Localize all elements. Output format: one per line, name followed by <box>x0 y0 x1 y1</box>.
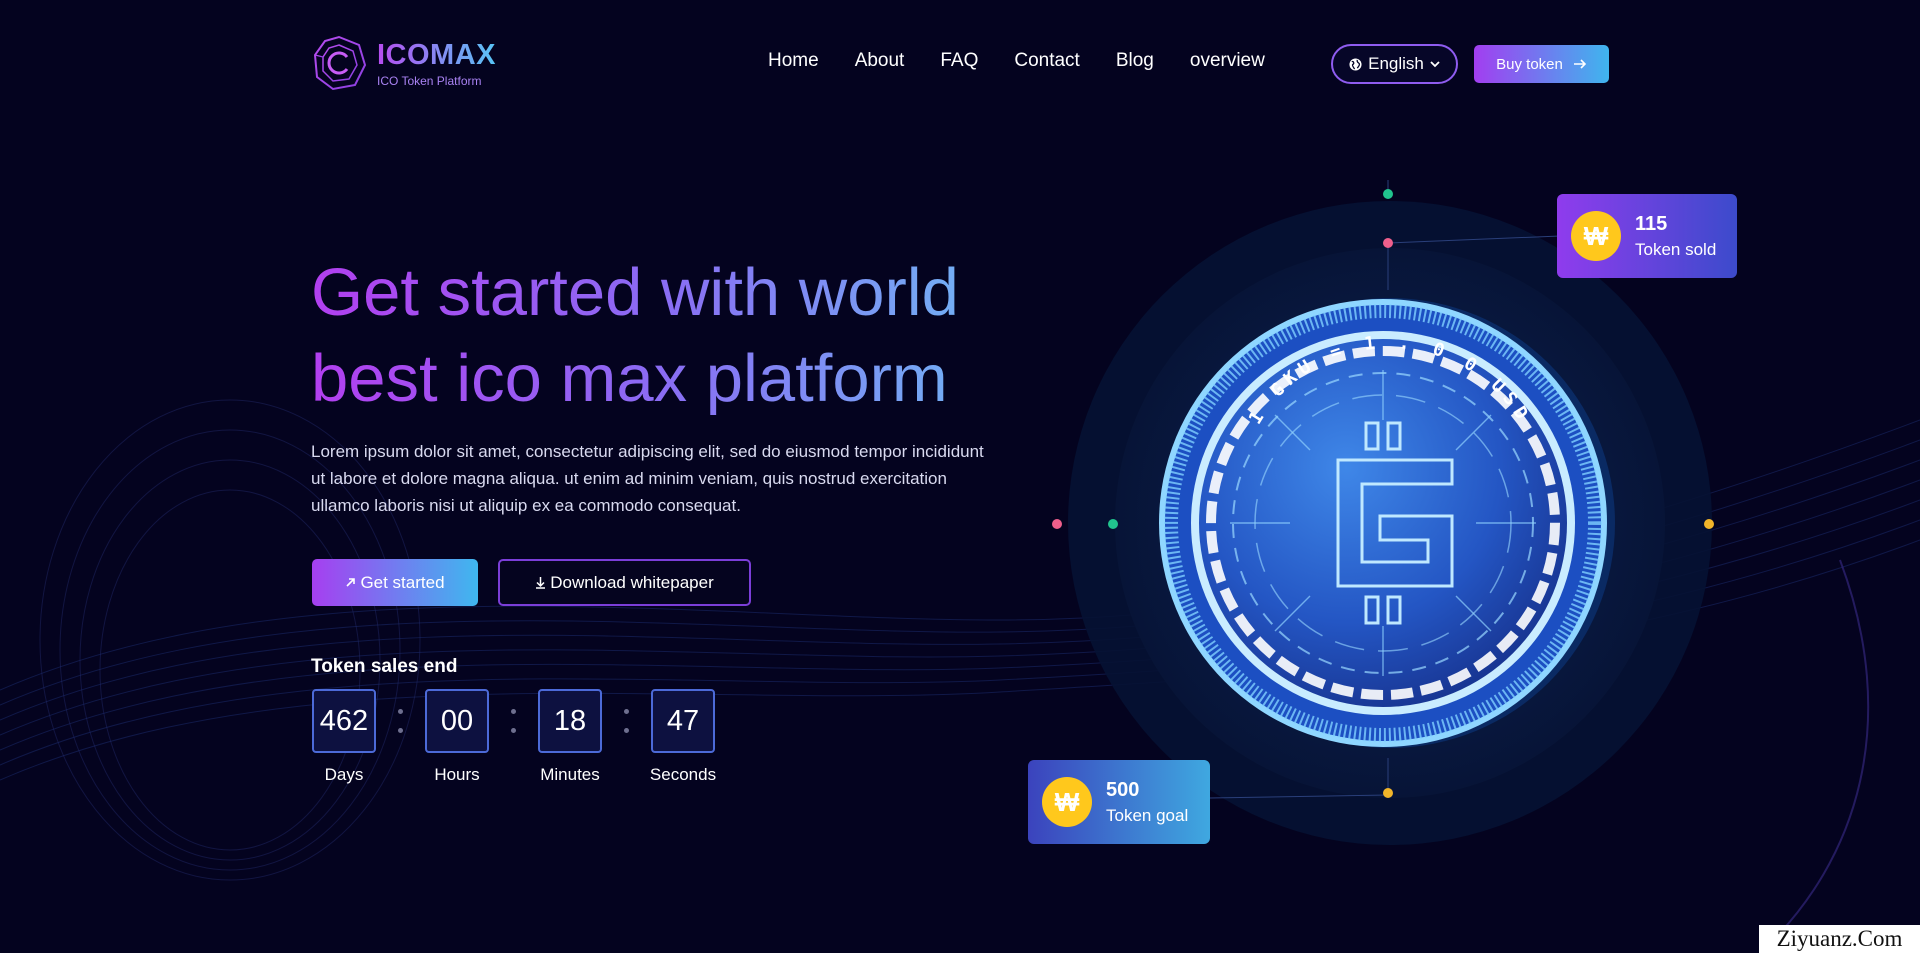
countdown-hours-value: 00 <box>425 689 489 753</box>
brand-tagline: ICO Token Platform <box>377 73 482 88</box>
globe-icon <box>1349 57 1362 71</box>
countdown-seconds-label: Seconds <box>649 765 717 784</box>
countdown-days-label: Days <box>324 765 364 784</box>
brand-logo[interactable]: ICOMAX ICO Token Platform <box>311 35 496 91</box>
countdown-seconds-value: 47 <box>651 689 715 753</box>
chevron-down-icon <box>1430 61 1440 68</box>
hero-title: Get started with world best ico max plat… <box>311 250 1011 422</box>
token-sold-label: Token sold <box>1635 239 1717 259</box>
nav-faq[interactable]: FAQ <box>940 50 978 72</box>
download-icon <box>536 577 546 589</box>
countdown-days: 462 Days <box>312 689 376 785</box>
main-nav: Home About FAQ Contact Blog overview <box>768 50 1265 72</box>
language-select[interactable]: English <box>1331 44 1458 84</box>
brand-name: ICOMAX <box>377 38 496 71</box>
language-selected: English <box>1368 54 1424 73</box>
countdown-hours: 00 Hours <box>425 689 489 785</box>
hero-title-line2: best ico max platform <box>311 341 948 416</box>
token-goal-value: 500 <box>1106 778 1140 801</box>
token-goal-card: ₩ 500 Token goal <box>1028 760 1210 844</box>
logo-icon <box>313 35 367 91</box>
token-sold-card: ₩ 115 Token sold <box>1557 194 1737 278</box>
nav-blog[interactable]: Blog <box>1116 50 1154 72</box>
coin-graphic: 1 GKU = 1 . 0 0 USD <box>1052 150 1714 845</box>
countdown-days-value: 462 <box>312 689 376 753</box>
token-sales-label: Token sales end <box>311 656 458 677</box>
nav-overview[interactable]: overview <box>1190 50 1265 72</box>
countdown-minutes: 18 Minutes <box>538 689 602 785</box>
countdown-separator <box>602 689 651 785</box>
countdown-seconds: 47 Seconds <box>649 689 717 785</box>
countdown-separator <box>376 689 425 785</box>
get-started-button[interactable]: Get started <box>312 559 478 606</box>
arrow-up-right-icon <box>346 578 356 587</box>
download-whitepaper-label: Download whitepaper <box>550 572 714 592</box>
countdown-minutes-value: 18 <box>538 689 602 753</box>
countdown-minutes-label: Minutes <box>540 765 600 784</box>
nav-contact[interactable]: Contact <box>1014 50 1079 72</box>
won-coin-icon: ₩ <box>1571 211 1621 261</box>
countdown-hours-label: Hours <box>434 765 480 784</box>
token-goal-label: Token goal <box>1106 805 1189 825</box>
won-coin-icon: ₩ <box>1042 777 1092 827</box>
hero-title-line1: Get started with world <box>311 255 959 330</box>
countdown-timer: 462 Days 00 Hours 18 Minutes 47 Seconds <box>312 689 717 785</box>
nav-about[interactable]: About <box>855 50 905 72</box>
watermark: Ziyuanz.Com <box>1759 925 1920 953</box>
token-sold-value: 115 <box>1635 212 1668 235</box>
get-started-label: Get started <box>360 572 445 592</box>
coin-illustration: 1 GKU = 1 . 0 0 USD ₩ 115 Token sold ₩ 5… <box>1000 150 1780 860</box>
download-whitepaper-button[interactable]: Download whitepaper <box>498 559 751 606</box>
buy-token-label: Buy token <box>1496 55 1563 73</box>
hero-description: Lorem ipsum dolor sit amet, consectetur … <box>311 442 984 515</box>
buy-token-button[interactable]: Buy token <box>1474 45 1609 83</box>
countdown-separator <box>489 689 538 785</box>
nav-home[interactable]: Home <box>768 50 819 72</box>
arrow-right-icon <box>1573 59 1586 69</box>
